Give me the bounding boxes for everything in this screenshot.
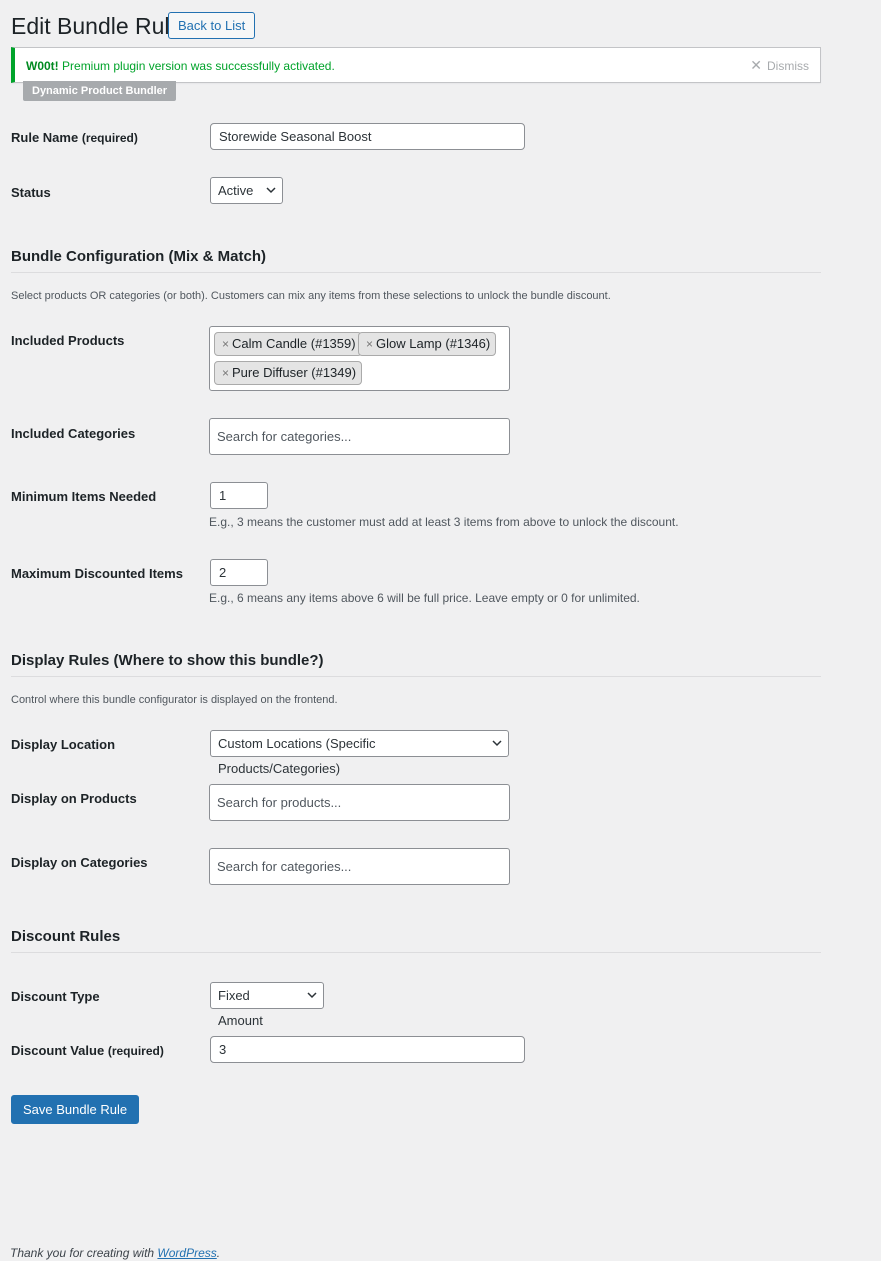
discount-type-label: Discount Type xyxy=(11,989,100,1004)
discount-rules-heading: Discount Rules xyxy=(11,928,121,945)
status-value: Active xyxy=(218,183,254,198)
dismiss-label: Dismiss xyxy=(767,58,809,73)
footer-suffix: . xyxy=(216,1246,221,1260)
minimum-items-label: Minimum Items Needed xyxy=(11,489,157,504)
chip-label: Glow Lamp (#1346) xyxy=(376,336,491,351)
chevron-down-icon xyxy=(492,740,502,747)
rule-name-label: Rule Name (required) xyxy=(11,130,138,145)
plugin-badge: Dynamic Product Bundler xyxy=(23,81,177,101)
display-products-search[interactable]: Search for products... xyxy=(209,784,510,821)
dismiss-button[interactable]: ✕ Dismiss xyxy=(750,57,809,74)
maximum-items-label: Maximum Discounted Items xyxy=(11,566,183,581)
maximum-items-input[interactable]: 2 xyxy=(210,559,268,586)
required-marker: (required) xyxy=(81,131,138,145)
admin-footer: Thank you for creating with WordPress. xyxy=(10,1246,220,1260)
notice-prefix: W00t! xyxy=(26,59,59,73)
product-chip[interactable]: × Pure Diffuser (#1349) xyxy=(214,361,363,385)
display-location-select[interactable]: Custom Locations (Specific Products/Cate… xyxy=(210,730,509,776)
display-products-label: Display on Products xyxy=(11,791,137,806)
bundle-description: Select products OR categories (or both).… xyxy=(11,290,611,302)
close-icon: ✕ xyxy=(750,57,762,73)
save-bundle-rule-button[interactable]: Save Bundle Rule xyxy=(11,1095,140,1124)
display-description: Control where this bundle configurator i… xyxy=(11,694,338,706)
success-notice: W00t! Premium plugin version was success… xyxy=(11,47,821,83)
page-title: Edit Bundle Rule xyxy=(11,13,183,39)
minimum-items-input[interactable]: 1 xyxy=(210,482,268,509)
display-categories-label: Display on Categories xyxy=(11,855,148,870)
notice-text: Premium plugin version was successfully … xyxy=(62,59,335,73)
chevron-down-icon xyxy=(266,187,276,194)
product-chip[interactable]: × Calm Candle (#1359) xyxy=(214,332,362,356)
divider xyxy=(11,676,821,677)
notice-message: W00t! Premium plugin version was success… xyxy=(26,59,335,73)
display-categories-search[interactable]: Search for categories... xyxy=(209,848,510,885)
divider xyxy=(11,952,821,953)
included-categories-search[interactable]: Search for categories... xyxy=(209,418,510,455)
discount-value-label: Discount Value (required) xyxy=(11,1043,164,1058)
maximum-items-help: E.g., 6 means any items above 6 will be … xyxy=(209,591,640,605)
included-products-label: Included Products xyxy=(11,333,125,348)
chip-label: Pure Diffuser (#1349) xyxy=(232,365,357,380)
remove-icon[interactable]: × xyxy=(222,362,229,384)
back-to-list-button[interactable]: Back to List xyxy=(168,12,256,39)
wordpress-link[interactable]: WordPress xyxy=(157,1246,216,1260)
minimum-items-help: E.g., 3 means the customer must add at l… xyxy=(209,515,679,529)
included-categories-label: Included Categories xyxy=(11,426,136,441)
discount-type-value: Fixed Amount xyxy=(218,988,263,1028)
discount-type-select[interactable]: Fixed Amount xyxy=(210,982,324,1028)
display-location-label: Display Location xyxy=(11,737,116,752)
remove-icon[interactable]: × xyxy=(366,333,373,355)
product-chip[interactable]: × Glow Lamp (#1346) xyxy=(358,332,497,356)
display-rules-heading: Display Rules (Where to show this bundle… xyxy=(11,652,324,669)
chevron-down-icon xyxy=(307,992,317,999)
chip-label: Calm Candle (#1359) xyxy=(232,336,356,351)
included-products-select[interactable]: × Calm Candle (#1359) × Glow Lamp (#1346… xyxy=(209,326,510,391)
remove-icon[interactable]: × xyxy=(222,333,229,355)
status-select[interactable]: Active xyxy=(210,177,283,204)
rule-name-label-text: Rule Name xyxy=(11,130,79,145)
display-location-value: Custom Locations (Specific Products/Cate… xyxy=(218,736,376,776)
required-marker: (required) xyxy=(107,1044,164,1058)
divider xyxy=(11,272,821,273)
discount-value-input[interactable]: 3 xyxy=(210,1036,525,1063)
discount-value-label-text: Discount Value xyxy=(11,1043,105,1058)
bundle-config-heading: Bundle Configuration (Mix & Match) xyxy=(11,248,266,265)
rule-name-input[interactable]: Storewide Seasonal Boost xyxy=(210,123,525,150)
status-label: Status xyxy=(11,185,51,200)
footer-text: Thank you for creating with xyxy=(10,1246,155,1260)
